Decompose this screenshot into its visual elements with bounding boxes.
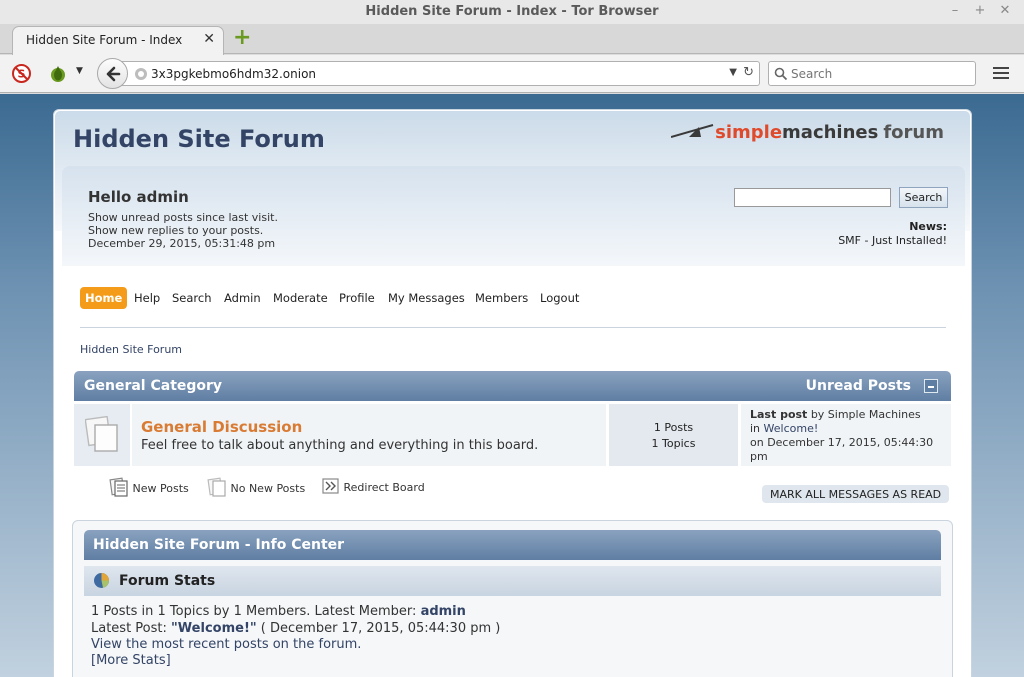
legend-new-posts-label: New Posts bbox=[132, 482, 189, 495]
menu-divider bbox=[80, 327, 946, 328]
menu-item-help[interactable]: Help bbox=[134, 287, 160, 309]
url-bar[interactable]: 3x3pgkebmo6hdm32.onion ▼ ↻ bbox=[114, 61, 760, 86]
tab-strip: Hidden Site Forum - Index ✕ + bbox=[0, 24, 1024, 55]
search-icon bbox=[774, 67, 788, 81]
back-button[interactable] bbox=[97, 58, 128, 89]
forum-stats-title[interactable]: Forum Stats bbox=[119, 573, 215, 589]
smf-logo[interactable]: simplemachines forum bbox=[670, 121, 944, 147]
no-new-posts-board-icon bbox=[85, 416, 118, 452]
latest-member-link[interactable]: admin bbox=[421, 604, 466, 619]
logo-text-forum: forum bbox=[883, 122, 944, 143]
board-status-cell bbox=[74, 404, 130, 466]
board-row: General Discussion Feel free to talk abo… bbox=[74, 404, 951, 466]
info-center: Hidden Site Forum - Info Center Forum St… bbox=[72, 520, 953, 677]
tor-onion-icon[interactable] bbox=[48, 64, 68, 83]
maximize-button[interactable]: + bbox=[971, 2, 989, 20]
smf-logo-icon bbox=[670, 124, 714, 138]
browser-search-bar[interactable] bbox=[768, 61, 976, 86]
legend-new-posts: New Posts bbox=[109, 477, 189, 497]
forum-stats-header: Forum Stats bbox=[84, 566, 941, 596]
news-text: SMF - Just Installed! bbox=[838, 234, 947, 247]
latest-post-date: ( December 17, 2015, 05:44:30 pm ) bbox=[260, 621, 501, 636]
more-stats-link[interactable]: [More Stats] bbox=[91, 653, 171, 668]
board-stats-cell: 1 Posts 1 Topics bbox=[609, 404, 738, 466]
menu-item-admin[interactable]: Admin bbox=[224, 287, 261, 309]
legend-no-new-posts-label: No New Posts bbox=[230, 482, 306, 495]
window-titlebar: Hidden Site Forum - Index - Tor Browser … bbox=[0, 0, 1024, 24]
last-post-author: by Simple Machines bbox=[810, 408, 921, 421]
site-info-icon[interactable] bbox=[134, 67, 148, 81]
stats-pie-icon bbox=[94, 573, 109, 588]
stats-summary-line: 1 Posts in 1 Topics by 1 Members. Latest… bbox=[91, 604, 466, 619]
last-post-line: Last post by Simple Machines bbox=[750, 408, 921, 421]
board-topic-count: 1 Topics bbox=[651, 437, 696, 450]
menu-item-search[interactable]: Search bbox=[172, 287, 212, 309]
legend-redirect-board-label: Redirect Board bbox=[343, 481, 425, 494]
unread-posts-link[interactable]: Unread Posts bbox=[806, 378, 911, 394]
breadcrumb[interactable]: Hidden Site Forum bbox=[80, 343, 182, 356]
menu-item-my-messages[interactable]: My Messages bbox=[388, 287, 465, 309]
category-header: General Category Unread Posts bbox=[74, 371, 951, 401]
greeting: Hello admin bbox=[88, 188, 189, 206]
logo-text-simple: simple bbox=[715, 122, 783, 143]
redirect-board-icon bbox=[322, 478, 339, 494]
latest-post-label: Latest Post: bbox=[91, 621, 167, 636]
user-panel: Hello admin Show unread posts since last… bbox=[62, 166, 965, 266]
last-post-label: Last post bbox=[750, 408, 808, 421]
navigation-bar: S ▼ 3x3pgkebmo6hdm32.onion ▼ ↻ bbox=[0, 55, 1024, 93]
last-post-topic-line: in Welcome! bbox=[750, 422, 818, 435]
current-datetime: December 29, 2015, 05:31:48 pm bbox=[88, 237, 276, 250]
forum-search-input[interactable] bbox=[734, 188, 891, 207]
board-info-cell: General Discussion Feel free to talk abo… bbox=[132, 404, 606, 466]
url-history-chevron-down-icon[interactable]: ▼ bbox=[729, 67, 737, 78]
new-replies-link[interactable]: Show new replies to your posts. bbox=[88, 224, 263, 237]
close-window-button[interactable]: ✕ bbox=[996, 2, 1014, 20]
board-name-link[interactable]: General Discussion bbox=[141, 418, 302, 436]
page-viewport: Hidden Site Forum simplemachines forum He… bbox=[0, 94, 1024, 677]
logo-text-machines: machines bbox=[782, 122, 879, 143]
stats-summary: 1 Posts in 1 Topics by 1 Members. Latest… bbox=[91, 604, 417, 619]
hamburger-menu-icon[interactable] bbox=[992, 64, 1010, 82]
collapse-category-icon[interactable] bbox=[924, 379, 938, 393]
browser-search-input[interactable] bbox=[791, 65, 971, 83]
noscript-icon[interactable]: S bbox=[12, 64, 31, 83]
last-post-topic-link[interactable]: Welcome! bbox=[764, 422, 819, 435]
browser-tab[interactable]: Hidden Site Forum - Index ✕ bbox=[12, 26, 224, 55]
url-text[interactable]: 3x3pgkebmo6hdm32.onion bbox=[151, 67, 316, 81]
tab-title: Hidden Site Forum - Index bbox=[26, 33, 183, 47]
recent-posts-link[interactable]: View the most recent posts on the forum. bbox=[91, 637, 361, 652]
forum-title[interactable]: Hidden Site Forum bbox=[73, 125, 325, 153]
last-post-date: on December 17, 2015, 05:44:30 pm bbox=[750, 436, 934, 463]
unread-posts-link[interactable]: Show unread posts since last visit. bbox=[88, 211, 278, 224]
forum-search-button[interactable]: Search bbox=[899, 187, 948, 208]
tab-close-icon[interactable]: ✕ bbox=[203, 31, 215, 47]
new-posts-icon bbox=[109, 477, 128, 497]
minimize-button[interactable]: – bbox=[946, 2, 964, 20]
legend-no-new-posts: No New Posts bbox=[207, 477, 305, 497]
board-post-count: 1 Posts bbox=[653, 421, 694, 434]
forum-container: Hidden Site Forum simplemachines forum He… bbox=[53, 109, 972, 677]
tor-menu-chevron-down-icon[interactable]: ▼ bbox=[76, 66, 83, 76]
menu-item-logout[interactable]: Logout bbox=[540, 287, 579, 309]
window-title: Hidden Site Forum - Index - Tor Browser bbox=[365, 4, 659, 19]
mark-all-read-button[interactable]: MARK ALL MESSAGES AS READ bbox=[762, 485, 950, 503]
legend-redirect-board: Redirect Board bbox=[322, 477, 425, 495]
menu-item-profile[interactable]: Profile bbox=[339, 287, 375, 309]
menu-item-members[interactable]: Members bbox=[475, 287, 528, 309]
latest-post-link[interactable]: "Welcome!" bbox=[171, 621, 257, 636]
last-post-in: in bbox=[750, 422, 761, 435]
menu-item-home[interactable]: Home bbox=[80, 287, 128, 309]
news-label: News: bbox=[909, 220, 947, 233]
info-center-header: Hidden Site Forum - Info Center bbox=[84, 530, 941, 560]
reload-icon[interactable]: ↻ bbox=[743, 65, 754, 80]
back-arrow-icon bbox=[106, 66, 121, 82]
category-title[interactable]: General Category bbox=[84, 378, 222, 394]
board-description: Feel free to talk about anything and eve… bbox=[141, 438, 539, 453]
info-center-title[interactable]: Hidden Site Forum - Info Center bbox=[93, 537, 344, 553]
no-new-posts-icon bbox=[207, 477, 226, 497]
menu-item-moderate[interactable]: Moderate bbox=[273, 287, 328, 309]
board-last-post-cell: Last post by Simple Machines in Welcome!… bbox=[741, 404, 951, 466]
new-tab-icon[interactable]: + bbox=[233, 27, 251, 49]
latest-post-line: Latest Post: "Welcome!" ( December 17, 2… bbox=[91, 621, 500, 636]
